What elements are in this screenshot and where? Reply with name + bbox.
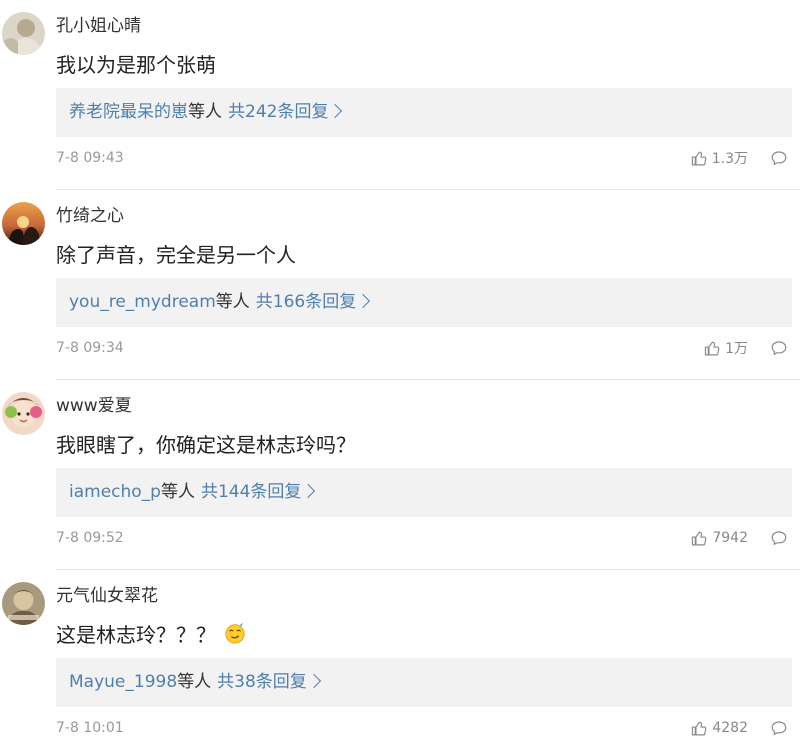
like-count: 7942 xyxy=(712,530,748,546)
comment-text: 除了声音，完全是另一个人 xyxy=(56,243,296,267)
like-button[interactable]: 1万 xyxy=(704,338,748,358)
reply-summary-box[interactable]: 养老院最呆的崽等人 共242条回复 xyxy=(56,88,792,137)
reply-users-link[interactable]: iamecho_p xyxy=(69,482,161,502)
comment-timestamp: 7-8 09:43 xyxy=(56,150,124,166)
reply-count-link[interactable]: 共144条回复 xyxy=(201,482,301,502)
comment-bubble-icon[interactable] xyxy=(770,529,788,547)
reply-users-link[interactable]: Mayue_1998 xyxy=(69,672,177,692)
comment-actions: 7942 xyxy=(691,528,788,548)
like-count: 4282 xyxy=(712,720,748,736)
avatar-photo-icon xyxy=(2,582,45,625)
reply-summary-box[interactable]: iamecho_p等人 共144条回复 xyxy=(56,468,792,517)
reply-users-link[interactable]: you_re_mydream xyxy=(69,292,216,312)
reply-summary-box[interactable]: Mayue_1998等人 共38条回复 xyxy=(56,658,792,707)
avatar-photo-icon xyxy=(2,202,45,245)
reply-summary-box[interactable]: you_re_mydream等人 共166条回复 xyxy=(56,278,792,327)
comment-text: 我眼瞎了，你确定这是林志玲吗？ xyxy=(56,433,356,457)
comment-text: 这是林志玲？？？ xyxy=(56,621,246,649)
comment-bubble-icon[interactable] xyxy=(770,149,788,167)
like-count: 1.3万 xyxy=(711,151,748,167)
reply-etc-label: 等人 xyxy=(160,482,195,502)
doge-emoji-icon xyxy=(225,622,245,644)
like-button[interactable]: 7942 xyxy=(691,530,748,547)
avatar[interactable] xyxy=(2,12,45,55)
comment-timestamp: 7-8 09:34 xyxy=(56,340,124,356)
reply-etc-label: 等人 xyxy=(188,102,222,122)
comment-bubble-icon[interactable] xyxy=(770,719,788,737)
comment-bubble-icon[interactable] xyxy=(770,339,788,357)
comment-username[interactable]: 孔小姐心晴 xyxy=(56,14,141,38)
avatar-photo-icon xyxy=(2,12,45,55)
reply-etc-label: 等人 xyxy=(215,292,250,312)
chevron-right-icon xyxy=(328,103,343,119)
comment-actions: 1.3万 xyxy=(691,148,788,168)
like-button[interactable]: 4282 xyxy=(691,720,748,737)
reply-count-link[interactable]: 共166条回复 xyxy=(256,292,356,312)
comment-timestamp: 7-8 09:52 xyxy=(56,530,124,546)
comment-item: www爱夏 我眼瞎了，你确定这是林志玲吗？ iamecho_p等人 共144条回复… xyxy=(0,380,800,570)
thumbs-up-icon xyxy=(692,721,707,735)
comment-item: 竹绮之心 除了声音，完全是另一个人 you_re_mydream等人 共166条回… xyxy=(0,190,800,380)
reply-count-link[interactable]: 共38条回复 xyxy=(217,672,307,692)
like-button[interactable]: 1.3万 xyxy=(691,148,748,168)
comment-text-value: 这是林志玲？？？ xyxy=(56,623,216,647)
avatar[interactable] xyxy=(2,392,45,435)
comment-username[interactable]: www爱夏 xyxy=(56,394,132,418)
avatar[interactable] xyxy=(2,582,45,625)
reply-users-link[interactable]: 养老院最呆的崽 xyxy=(69,102,188,122)
chevron-right-icon xyxy=(356,293,371,309)
thumbs-up-icon xyxy=(691,151,707,165)
chevron-right-icon xyxy=(306,673,321,689)
comment-item: 元气仙女翠花 这是林志玲？？？ Mayue_1998等人 共38条回复 7-8 1… xyxy=(0,570,800,748)
thumbs-up-icon xyxy=(704,341,720,355)
avatar-photo-icon xyxy=(2,392,45,435)
comment-text: 我以为是那个张萌 xyxy=(56,53,216,77)
comment-actions: 4282 xyxy=(691,718,788,738)
comment-timestamp: 7-8 10:01 xyxy=(56,720,124,736)
comment-username[interactable]: 竹绮之心 xyxy=(56,204,124,228)
comment-username[interactable]: 元气仙女翠花 xyxy=(56,584,158,608)
comment-actions: 1万 xyxy=(704,338,788,358)
reply-etc-label: 等人 xyxy=(177,672,212,692)
avatar[interactable] xyxy=(2,202,45,245)
chevron-right-icon xyxy=(301,483,316,499)
thumbs-up-icon xyxy=(692,531,707,545)
like-count: 1万 xyxy=(725,341,748,357)
reply-count-link[interactable]: 共242条回复 xyxy=(228,102,328,122)
comment-item: 孔小姐心晴 我以为是那个张萌 养老院最呆的崽等人 共242条回复 7-8 09:4… xyxy=(0,0,800,190)
